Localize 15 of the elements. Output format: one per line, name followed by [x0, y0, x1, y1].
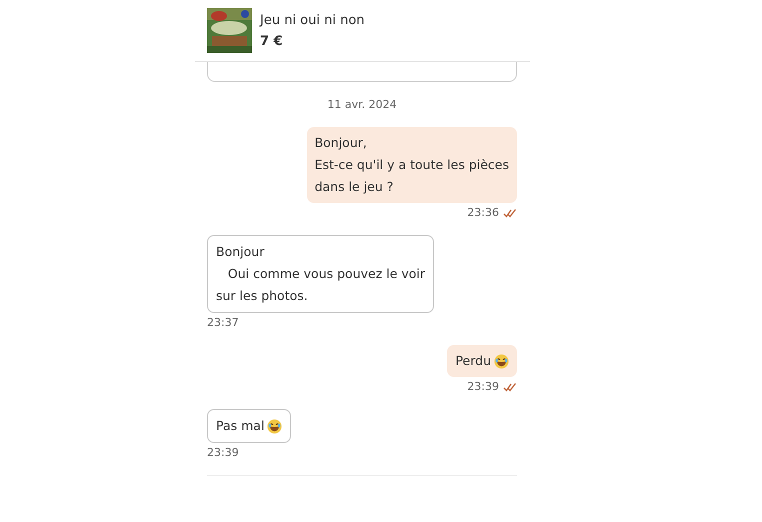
message-time: 23:39	[207, 446, 239, 459]
message-time: 23:36	[467, 206, 499, 219]
message-text: Est-ce qu'il y a toute les pièces	[314, 156, 509, 174]
date-label: 11 avr. 2024	[326, 98, 398, 111]
message-text: Oui comme vous pouvez le voir	[226, 265, 426, 283]
message-time: 23:39	[467, 380, 499, 393]
message-text: sur les photos.	[216, 287, 308, 305]
message-text: Perdu	[455, 352, 491, 370]
message-text: dans le jeu ?	[314, 178, 394, 196]
message-text: Bonjour	[216, 243, 264, 261]
message-text: Pas mal	[216, 417, 264, 435]
message-time: 23:37	[207, 316, 239, 329]
message-text: Bonjour,	[314, 134, 367, 152]
product-title: Jeu ni oui ni non	[260, 12, 365, 28]
product-price: 7 €	[260, 34, 284, 48]
